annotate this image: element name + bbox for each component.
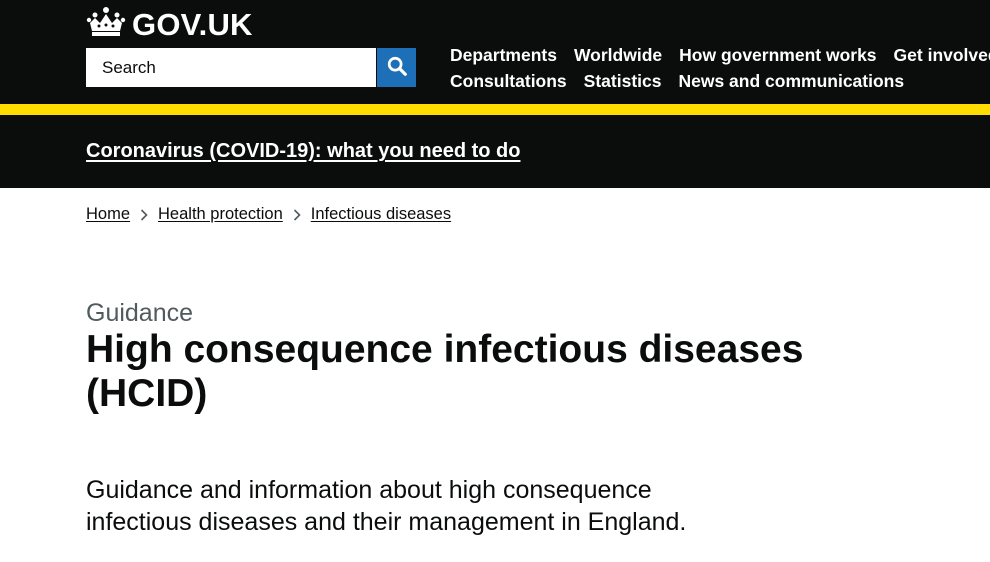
nav-row-2: Consultations Statistics News and commun… — [450, 68, 990, 94]
nav-link-consultations[interactable]: Consultations — [450, 71, 567, 92]
chevron-right-icon — [130, 205, 158, 224]
page-lead-paragraph: Guidance and information about high cons… — [86, 474, 726, 538]
page-title-line-1: High consequence infectious diseases — [86, 328, 804, 371]
chevron-right-icon — [283, 205, 311, 224]
nav-link-departments[interactable]: Departments — [450, 45, 557, 66]
magnifier-icon — [386, 55, 408, 80]
lead-line-2: infectious diseases and their management… — [86, 508, 687, 536]
govuk-home-link[interactable]: GOV.UK — [86, 6, 253, 43]
breadcrumb: Home Health protection Infectious diseas… — [86, 205, 451, 224]
page-caption: Guidance — [86, 299, 194, 327]
nav-link-news-and-communications[interactable]: News and communications — [678, 71, 904, 92]
breadcrumb-infectious-diseases[interactable]: Infectious diseases — [311, 205, 451, 224]
breadcrumb-home[interactable]: Home — [86, 205, 130, 224]
site-header: GOV.UK Departments Worldwide How governm… — [0, 0, 990, 104]
crown-icon — [86, 6, 132, 43]
nav-link-worldwide[interactable]: Worldwide — [574, 45, 662, 66]
main-navigation: Departments Worldwide How government wor… — [450, 42, 990, 94]
search-button[interactable] — [377, 48, 416, 87]
nav-link-get-involved[interactable]: Get involved — [894, 45, 990, 66]
page-title: High consequence infectious diseases (HC… — [86, 328, 806, 416]
logo-text: GOV.UK — [132, 6, 253, 42]
nav-link-statistics[interactable]: Statistics — [584, 71, 662, 92]
nav-link-how-government-works[interactable]: How government works — [679, 45, 876, 66]
breadcrumb-health-protection[interactable]: Health protection — [158, 205, 283, 224]
search-bar — [86, 48, 416, 87]
covid-banner-link[interactable]: Coronavirus (COVID-19): what you need to… — [86, 140, 520, 163]
covid-banner: Coronavirus (COVID-19): what you need to… — [0, 115, 990, 188]
page-title-line-2: (HCID) — [86, 372, 208, 415]
header-accent-bar — [0, 104, 990, 115]
nav-row-1: Departments Worldwide How government wor… — [450, 42, 990, 68]
lead-line-1: Guidance and information about high cons… — [86, 476, 652, 504]
search-input[interactable] — [86, 48, 376, 87]
